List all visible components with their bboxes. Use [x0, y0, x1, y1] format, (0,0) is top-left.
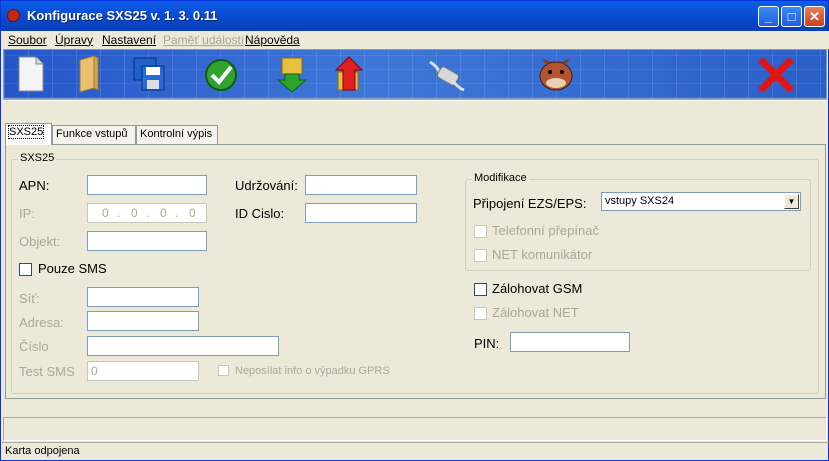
save-floppy-icon[interactable] — [128, 54, 168, 94]
toolbar — [3, 49, 827, 99]
adresa-label: Adresa: — [19, 315, 64, 330]
tab-kontrolni-vypis[interactable]: Kontrolní výpis — [136, 125, 218, 144]
group-sxs25-label: SXS25 — [18, 152, 57, 164]
title-bar[interactable]: Konfigurace SXS25 v. 1. 3. 0.11 _ □ ✕ — [1, 1, 828, 31]
download-icon[interactable] — [274, 54, 314, 94]
bulldog-icon[interactable] — [536, 54, 576, 94]
udrzovani-label: Udržování: — [235, 178, 298, 193]
ip-label: IP: — [19, 206, 35, 221]
telefonni-prepinac-label: Telefonní přepínač — [492, 223, 599, 238]
sit-input[interactable] — [87, 287, 199, 307]
pin-label: PIN: — [474, 336, 500, 351]
zalohovat-gsm-checkbox[interactable] — [474, 283, 487, 296]
objekt-label: Objekt: — [19, 234, 61, 249]
id-cislo-label: ID Cislo: — [235, 206, 285, 221]
close-button[interactable]: ✕ — [804, 6, 825, 27]
apn-label: APN: — [19, 178, 50, 193]
apn-input[interactable] — [87, 175, 207, 195]
toolbar-separator — [3, 99, 827, 101]
tab-sxs25[interactable]: SXS25 — [5, 123, 52, 145]
cislo-label: Číslo — [19, 339, 49, 354]
menu-bar: Soubor Úpravy Nastavení Paměť událostí N… — [2, 31, 829, 49]
tab-panel-sxs25: SXS25 APN: IP: 0 . 0 . 0 . 0 Objekt: Udr… — [5, 144, 826, 399]
serial-cable-icon[interactable] — [426, 54, 466, 94]
net-komunikator-label: NET komunikátor — [492, 247, 593, 262]
test-sms-label: Test SMS — [19, 364, 75, 379]
pripojeni-select-value: vstupy SXS24 — [605, 195, 675, 207]
main-window: Konfigurace SXS25 v. 1. 3. 0.11 _ □ ✕ So… — [0, 0, 829, 461]
zalohovat-gsm-label: Zálohovat GSM — [492, 281, 583, 296]
upload-icon[interactable] — [330, 54, 370, 94]
pouze-sms-label: Pouze SMS — [38, 261, 107, 276]
udrzovani-input[interactable] — [305, 175, 417, 195]
pouze-sms-checkbox[interactable] — [19, 263, 32, 276]
pin-input[interactable] — [510, 332, 630, 352]
ip-input[interactable]: 0 . 0 . 0 . 0 — [87, 203, 207, 223]
adresa-input[interactable] — [87, 311, 199, 331]
status-bar: Karta odpojena — [2, 442, 829, 461]
menu-soubor[interactable]: Soubor — [8, 33, 47, 47]
group-modifikace-label: Modifikace — [472, 172, 529, 184]
confirm-check-icon[interactable] — [201, 54, 241, 94]
zalohovat-net-checkbox[interactable] — [474, 307, 487, 320]
app-icon[interactable] — [7, 9, 20, 22]
tab-funkce-vstupu[interactable]: Funkce vstupů — [52, 125, 136, 144]
lower-panel — [3, 417, 827, 441]
neposilat-checkbox[interactable] — [218, 365, 229, 376]
new-document-icon[interactable] — [10, 54, 50, 94]
menu-upravy[interactable]: Úpravy — [55, 33, 93, 47]
menu-nastaveni[interactable]: Nastavení — [102, 33, 156, 47]
id-cislo-input[interactable] — [305, 203, 417, 223]
pripojeni-select[interactable]: vstupy SXS24 ▼ — [601, 192, 801, 211]
pripojeni-label: Připojení EZS/EPS: — [473, 196, 587, 211]
menu-pamet-udalosti[interactable]: Paměť událostí — [163, 33, 244, 47]
test-sms-input[interactable]: 0 — [87, 361, 199, 381]
zalohovat-net-label: Zálohovat NET — [492, 305, 579, 320]
close-x-icon[interactable] — [756, 54, 796, 94]
telefonni-prepinac-checkbox[interactable] — [474, 225, 487, 238]
open-folder-icon[interactable] — [68, 54, 108, 94]
cislo-input[interactable] — [87, 336, 279, 356]
sit-label: Síť: — [19, 291, 40, 306]
window-title: Konfigurace SXS25 v. 1. 3. 0.11 — [27, 8, 218, 23]
neposilat-label: Neposílat info o výpadku GPRS — [235, 365, 390, 377]
net-komunikator-checkbox[interactable] — [474, 249, 487, 262]
maximize-button[interactable]: □ — [781, 6, 802, 27]
minimize-button[interactable]: _ — [758, 6, 779, 27]
objekt-input[interactable] — [87, 231, 207, 251]
chevron-down-icon[interactable]: ▼ — [784, 194, 799, 209]
menu-napoveda[interactable]: Nápověda — [245, 33, 300, 47]
